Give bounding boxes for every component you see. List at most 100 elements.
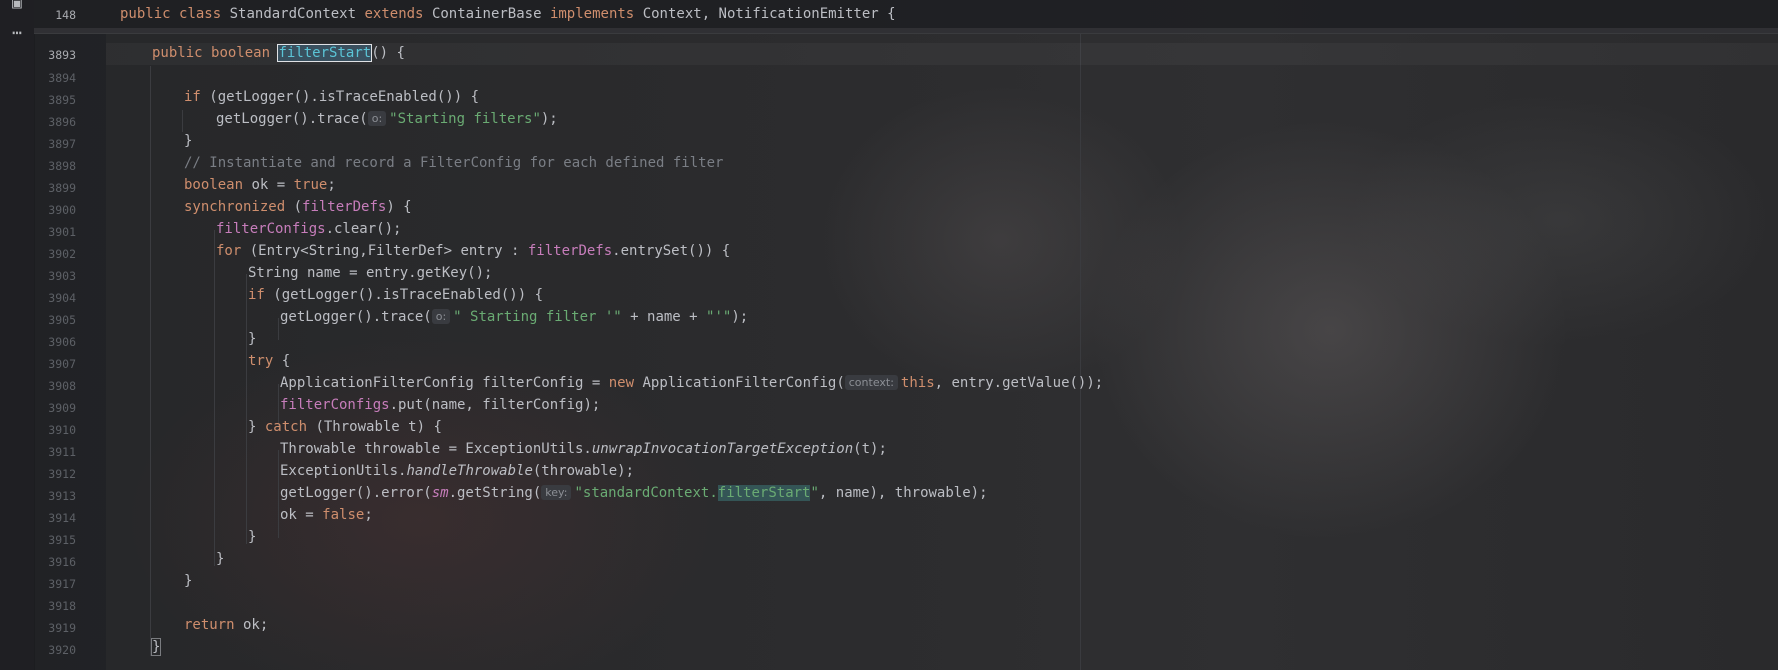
search-match-highlight: filterStart [717,485,811,501]
keyword: try [248,353,274,369]
parameter-hint: o: [431,309,451,324]
code-line[interactable]: for (Entry<String,FilterDef> entry : fil… [216,243,730,259]
code-text: .entrySet()) { [612,243,731,259]
code-text: , name), throwable); [818,485,988,501]
line-number: 3908 [48,379,76,393]
selected-method-name[interactable]: filterStart [277,44,373,62]
code-text: (t); [853,441,887,457]
matched-brace: } [150,638,162,656]
line-number: 3914 [48,511,76,525]
indent-guide [278,450,279,538]
code-text: Throwable throwable = ExceptionUtils. [280,441,592,457]
code-line[interactable]: Throwable throwable = ExceptionUtils.unw… [280,441,887,457]
code-text: , entry.getValue()); [934,375,1104,391]
keyword: return [184,617,235,633]
keyword: boolean [184,177,244,193]
code-line[interactable]: getLogger().trace(o: " Starting filter '"… [280,309,748,325]
code-text: getLogger().trace( [280,309,432,325]
code-line[interactable]: filterConfigs.clear(); [216,221,401,237]
line-number: 3897 [48,137,76,151]
code-text: ; [364,507,373,523]
code-line[interactable]: } [184,133,192,149]
code-line[interactable]: getLogger().trace(o: "Starting filters"); [216,111,558,127]
static-method: handleThrowable [406,463,533,479]
field-ref: filterDefs [527,243,613,259]
string-literal: " [810,485,819,501]
keyword: new [608,375,635,391]
code-text: .put(name, filterConfig); [389,397,601,413]
line-number: 3909 [48,401,76,415]
line-number: 3906 [48,335,76,349]
code-line[interactable]: } catch (Throwable t) { [248,419,442,435]
field-ref: filterConfigs [280,397,390,413]
code-line[interactable]: synchronized (filterDefs) { [184,199,412,215]
code-line[interactable]: } [248,331,256,347]
parameter-hint: key: [541,485,572,500]
code-text: ApplicationFilterConfig( [634,375,845,391]
code-text: getLogger().trace( [216,111,368,127]
string-literal: "standardContext. [574,485,718,501]
code-line[interactable]: String name = entry.getKey(); [248,265,492,281]
code-line[interactable]: } [248,529,256,545]
line-number: 3901 [48,225,76,239]
keyword: synchronized [184,199,286,215]
line-number: 3917 [48,577,76,591]
line-number: 3903 [48,269,76,283]
interfaces: Context, NotificationEmitter { [642,6,896,22]
code-text: ; [327,177,336,193]
code-line[interactable]: public boolean filterStart() { [152,44,405,62]
code-text: ( [285,199,303,215]
code-line[interactable]: } [184,573,192,589]
line-number: 3918 [48,599,76,613]
indent-guide [182,110,183,132]
code-line[interactable]: if (getLogger().isTraceEnabled()) { [248,287,543,303]
line-number: 3899 [48,181,76,195]
line-number: 3893 [48,48,76,62]
code-text: ok = [243,177,294,193]
code-line[interactable]: boolean ok = true; [184,177,336,193]
code-line[interactable]: } [150,638,162,656]
more-icon[interactable]: ⋯ [8,24,26,42]
right-margin-guide [1080,33,1081,670]
code-line[interactable]: try { [248,353,290,369]
code-text: ); [731,309,749,325]
code-line[interactable]: return ok; [184,617,268,633]
tool-window-strip: ▣ ⋯ [0,0,35,670]
keyword: class [179,6,222,22]
project-icon[interactable]: ▣ [8,0,26,12]
code-line[interactable]: } [216,551,224,567]
line-number: 3907 [48,357,76,371]
super-class: ContainerBase [431,6,542,22]
code-text: ApplicationFilterConfig filterConfig = [280,375,609,391]
line-number: 3904 [48,291,76,305]
code-line[interactable]: if (getLogger().isTraceEnabled()) { [184,89,479,105]
indent-guide [246,274,247,544]
code-text: (getLogger().isTraceEnabled()) { [200,89,480,105]
code-text: (throwable); [532,463,635,479]
code-line[interactable]: filterConfigs.put(name, filterConfig); [280,397,600,413]
indent-guide [278,318,279,340]
code-line[interactable]: ok = false; [280,507,373,523]
keyword: true [293,177,328,193]
code-text: (Entry<String,FilterDef> entry : [241,243,528,259]
line-number: 3905 [48,313,76,327]
code-text: () { [371,45,405,61]
code-line[interactable]: ExceptionUtils.handleThrowable(throwable… [280,463,634,479]
code-line[interactable]: getLogger().error(sm.getString(key: "stan… [280,485,988,501]
code-text: (getLogger().isTraceEnabled()) { [264,287,544,303]
keyword: for [216,243,242,259]
line-number: 3913 [48,489,76,503]
line-number: 3895 [48,93,76,107]
code-text: (Throwable t) { [307,419,442,435]
line-number: 3915 [48,533,76,547]
keyword: public [152,45,203,61]
sticky-class-declaration[interactable]: public class StandardContext extends Con… [120,6,896,22]
sticky-line-number: 148 [55,8,76,22]
keyword: implements [549,6,635,22]
comment-line[interactable]: // Instantiate and record a FilterConfig… [184,155,723,171]
code-line[interactable]: ApplicationFilterConfig filterConfig = n… [280,375,1103,391]
static-method: unwrapInvocationTargetException [591,441,854,457]
code-text: getLogger().error( [280,485,432,501]
indent-guide [150,66,151,656]
field-ref: filterConfigs [216,221,326,237]
